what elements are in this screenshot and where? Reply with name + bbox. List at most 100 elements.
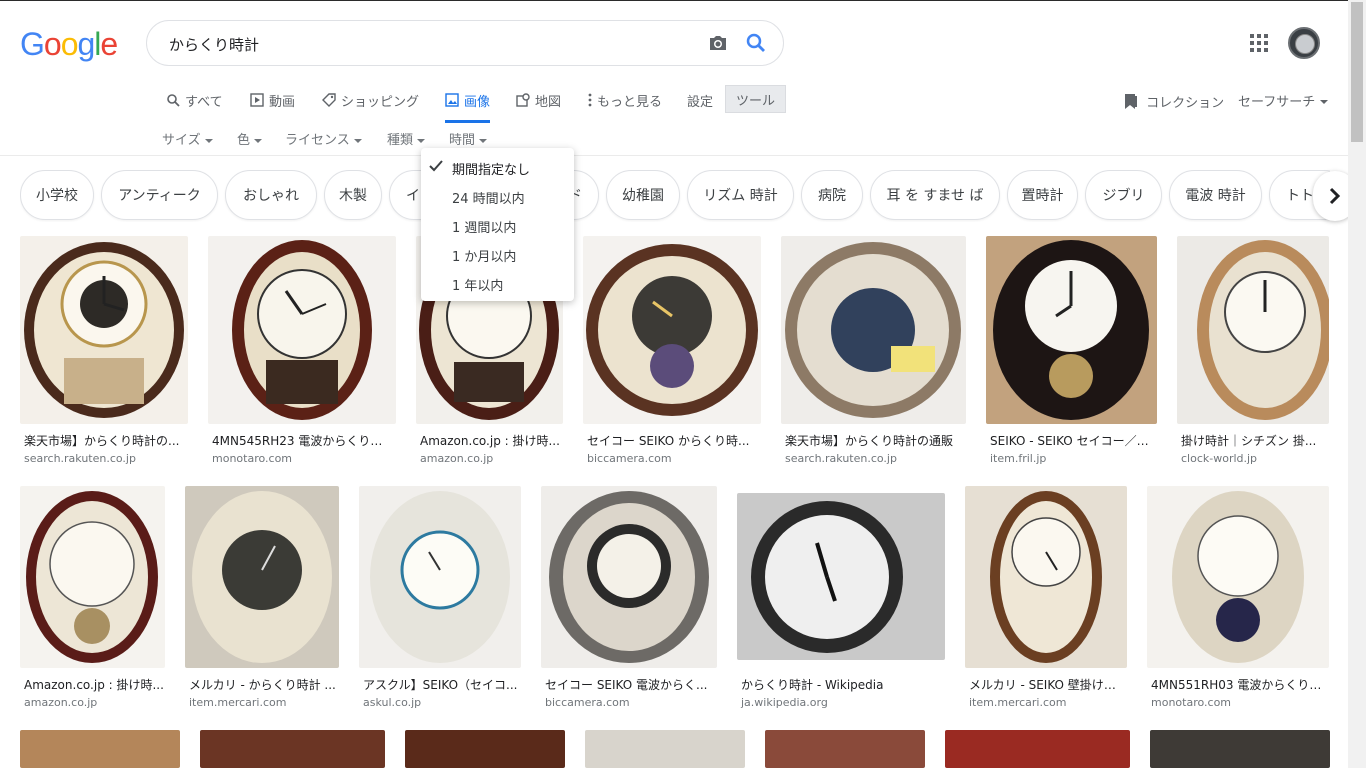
tab-maps[interactable]: 地図 — [516, 88, 561, 112]
tab-label: 画像 — [464, 94, 491, 110]
more-vert-icon — [588, 93, 592, 107]
filter-color[interactable]: 色 — [237, 129, 263, 148]
google-logo[interactable]: Google — [20, 26, 118, 63]
chip[interactable]: アンティーク — [101, 170, 218, 220]
result-thumbnail[interactable] — [585, 730, 745, 768]
safesearch-toggle[interactable]: セーフサーチ — [1238, 91, 1329, 110]
result-title[interactable]: セイコー SEIKO 電波からく... — [545, 676, 715, 693]
menu-item-past-month[interactable]: 1 か月以内 — [452, 246, 516, 265]
filter-size[interactable]: サイズ — [162, 129, 213, 148]
window-top-border — [0, 0, 1366, 1]
result-title[interactable]: 掛け時計｜シチズン 掛... — [1181, 432, 1327, 449]
chevron-right-icon — [1329, 187, 1341, 205]
search-box[interactable] — [146, 20, 784, 66]
result-thumbnail[interactable] — [1150, 730, 1330, 768]
chip[interactable]: おしゃれ — [225, 170, 317, 220]
chip-label: 耳 を すませ ば — [886, 188, 984, 204]
result-thumbnail[interactable] — [1147, 486, 1329, 668]
chip[interactable]: 置時計 — [1007, 170, 1078, 220]
chip[interactable]: ジブリ — [1085, 170, 1162, 220]
tab-settings[interactable]: 設定 — [687, 88, 713, 112]
result-source: search.rakuten.co.jp — [24, 452, 136, 465]
chip-label: アンティーク — [118, 188, 201, 204]
result-title[interactable]: メルカリ - SEIKO 壁掛け時... — [969, 676, 1125, 693]
result-thumbnail[interactable] — [208, 236, 396, 424]
result-title[interactable]: SEIKO - SEIKO セイコー／か... — [990, 432, 1154, 449]
tab-shopping[interactable]: ショッピング — [322, 88, 419, 112]
result-thumbnail[interactable] — [781, 236, 966, 424]
chip-label: 置時計 — [1021, 188, 1064, 204]
tab-tools[interactable]: ツール — [725, 85, 787, 113]
result-title[interactable]: 楽天市場】からくり時計の通販 — [785, 432, 963, 449]
camera-icon[interactable] — [707, 33, 729, 53]
menu-item-past-24h[interactable]: 24 時間以内 — [452, 188, 525, 207]
chevron-down-icon — [417, 138, 426, 143]
result-thumbnail[interactable] — [200, 730, 385, 768]
filter-license[interactable]: ライセンス — [285, 129, 362, 148]
apps-grid-icon[interactable] — [1250, 34, 1268, 52]
result-thumbnail[interactable] — [965, 486, 1127, 668]
tab-more[interactable]: もっと見る — [588, 88, 662, 112]
bookmark-icon — [1125, 94, 1137, 109]
result-thumbnail[interactable] — [737, 493, 945, 660]
menu-item-past-week[interactable]: 1 週間以内 — [452, 217, 516, 236]
safesearch-label: セーフサーチ — [1238, 95, 1316, 110]
search-input[interactable] — [167, 31, 691, 57]
result-thumbnail[interactable] — [541, 486, 717, 668]
logo-letter: o — [43, 26, 62, 62]
tag-icon — [322, 93, 336, 107]
map-icon — [516, 93, 530, 107]
result-title[interactable]: からくり時計 - Wikipedia — [741, 676, 941, 693]
result-title[interactable]: 4MN545RH23 電波からくり時... — [212, 432, 392, 449]
search-icon[interactable] — [745, 32, 767, 54]
result-title[interactable]: セイコー SEIKO からくり時... — [587, 432, 757, 449]
chip[interactable]: 電波 時計 — [1169, 170, 1262, 220]
chip[interactable]: リズム 時計 — [687, 170, 794, 220]
tab-images[interactable]: 画像 — [445, 88, 491, 123]
tab-all[interactable]: すべて — [166, 88, 223, 112]
result-thumbnail[interactable] — [583, 236, 761, 424]
chip[interactable]: 小学校 — [20, 170, 94, 220]
result-thumbnail[interactable] — [20, 730, 180, 768]
result-title[interactable]: 4MN551RH03 電波からくり時... — [1151, 676, 1327, 693]
chip[interactable]: 病院 — [801, 170, 863, 220]
chip-label: 幼稚園 — [622, 188, 664, 204]
tab-videos[interactable]: 動画 — [250, 88, 295, 112]
result-source: amazon.co.jp — [420, 452, 494, 465]
filter-time[interactable]: 時間 — [449, 129, 488, 148]
result-thumbnail[interactable] — [765, 730, 925, 768]
menu-item-any-time[interactable]: 期間指定なし — [452, 159, 530, 178]
chip[interactable]: 幼稚園 — [606, 170, 680, 220]
result-thumbnail[interactable] — [405, 730, 565, 768]
result-source: monotaro.com — [212, 452, 293, 465]
result-source: monotaro.com — [1151, 696, 1232, 709]
chevron-down-icon — [1320, 99, 1329, 104]
result-title[interactable]: メルカリ - からくり時計 ... — [189, 676, 339, 693]
image-icon — [445, 93, 459, 107]
checkmark-icon — [429, 160, 443, 172]
chip-label: トト — [1286, 188, 1314, 204]
result-title[interactable]: Amazon.co.jp : 掛け時... — [420, 432, 560, 449]
account-avatar[interactable] — [1288, 27, 1320, 59]
tab-label: もっと見る — [597, 94, 663, 110]
chip[interactable]: 耳 を すませ ば — [870, 170, 1000, 220]
related-chips: 小学校 アンティーク おしゃれ 木製 イ ド 幼稚園 リズム 時計 病院 耳 を… — [20, 170, 1330, 222]
tab-label: 動画 — [269, 94, 296, 110]
filter-type[interactable]: 種類 — [387, 129, 426, 148]
result-thumbnail[interactable] — [359, 486, 521, 668]
scrollbar-thumb[interactable] — [1351, 2, 1363, 142]
result-title[interactable]: 楽天市場】からくり時計の... — [24, 432, 186, 449]
result-thumbnail[interactable] — [185, 486, 339, 668]
result-thumbnail[interactable] — [986, 236, 1157, 424]
result-thumbnail[interactable] — [1177, 236, 1329, 424]
result-thumbnail[interactable] — [20, 486, 165, 668]
result-title[interactable]: アスクル】SEIKO（セイコ... — [363, 676, 519, 693]
result-thumbnail[interactable] — [20, 236, 188, 424]
result-thumbnail[interactable] — [945, 730, 1130, 768]
menu-item-past-year[interactable]: 1 年以内 — [452, 275, 503, 294]
result-title[interactable]: Amazon.co.jp : 掛け時... — [24, 676, 164, 693]
logo-letter: o — [60, 26, 79, 62]
chip-label: リズム 時計 — [703, 188, 778, 204]
chip[interactable]: 木製 — [324, 170, 382, 220]
collections-link[interactable]: コレクション — [1124, 91, 1224, 111]
